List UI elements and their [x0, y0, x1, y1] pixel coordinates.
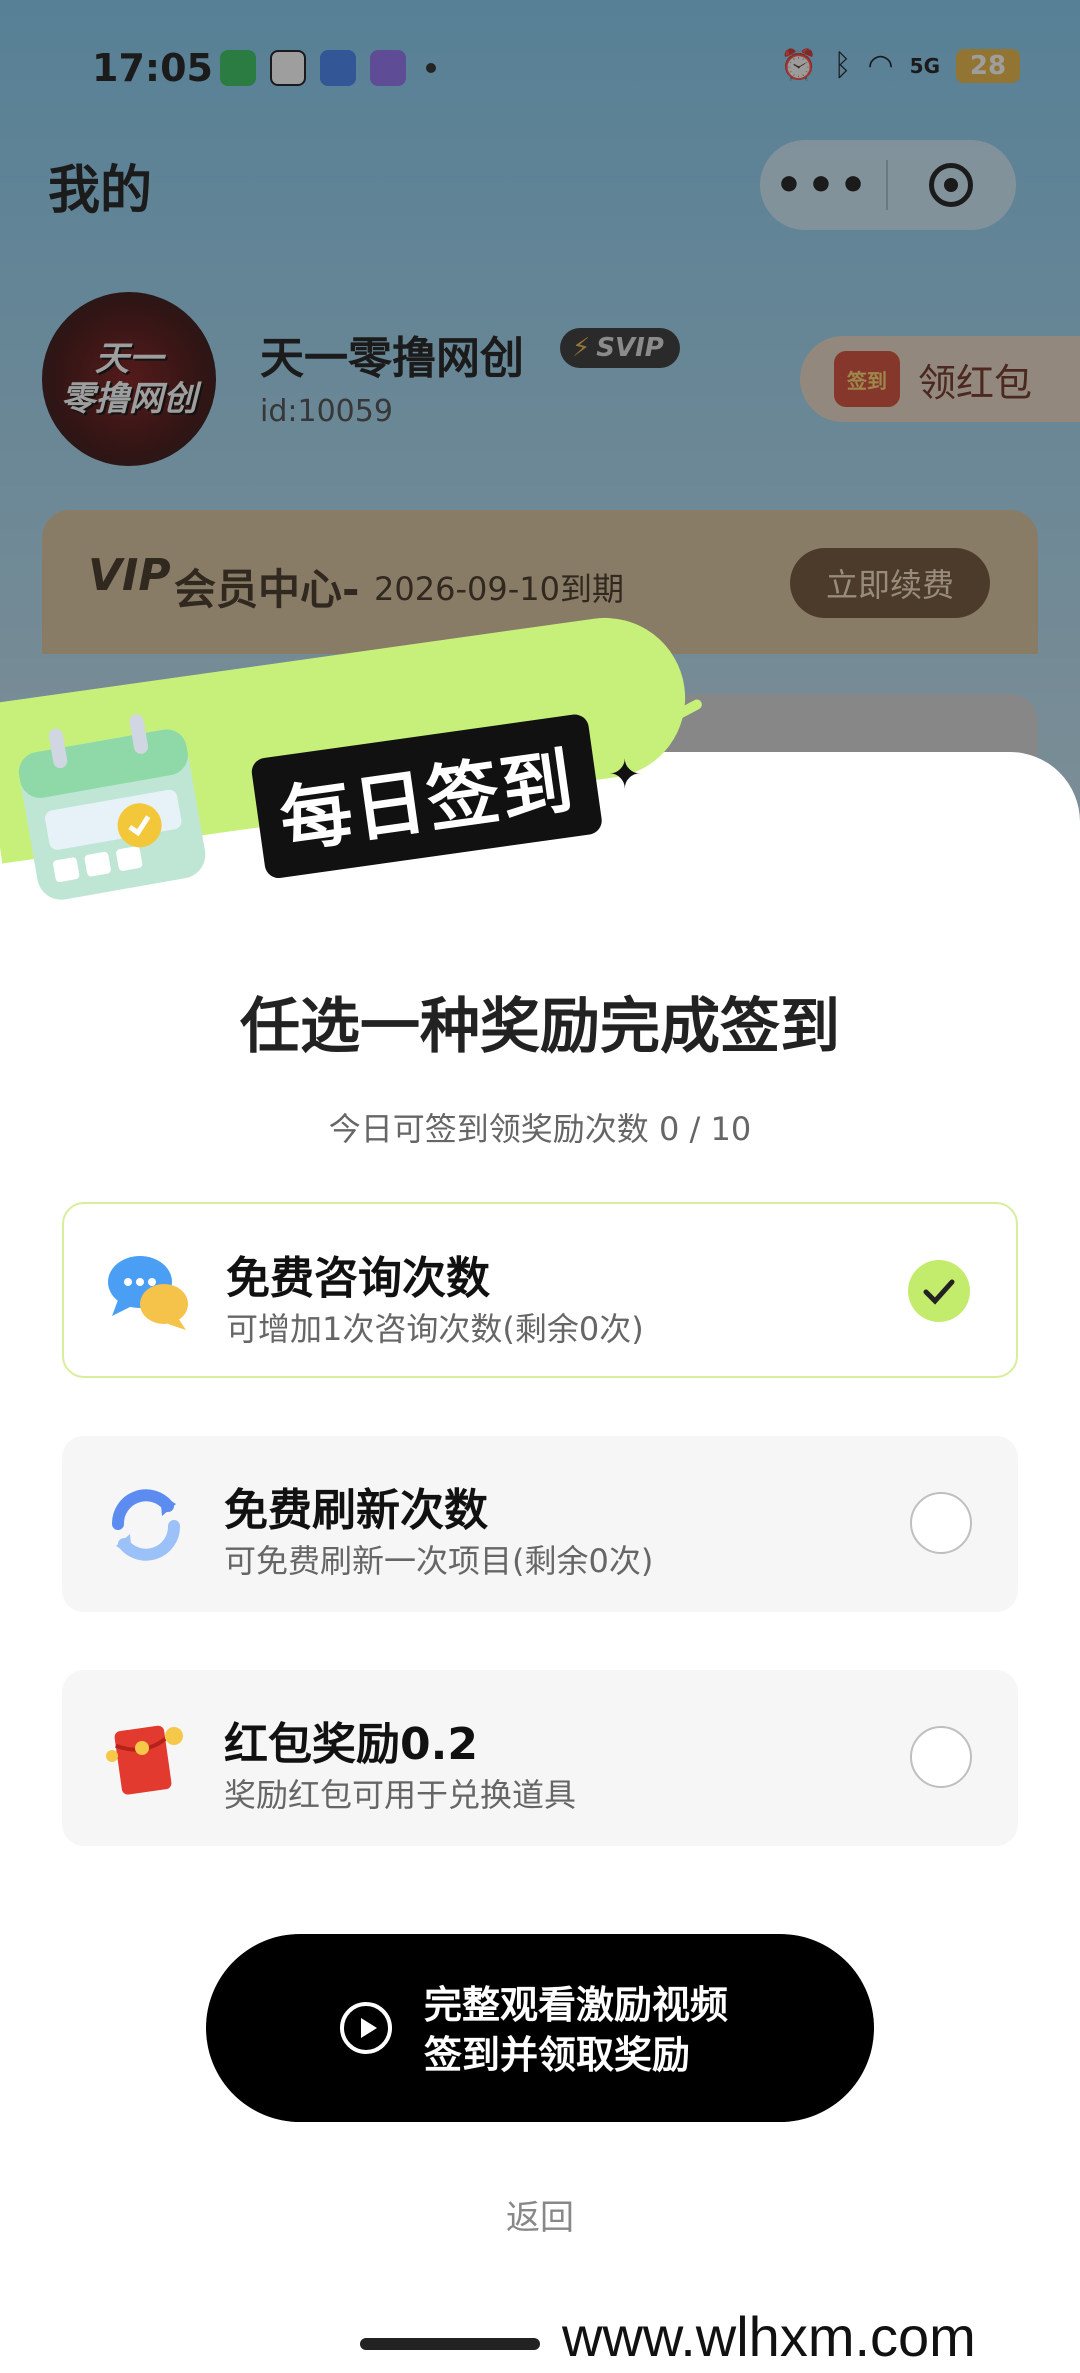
checkmark-icon[interactable]: [908, 1260, 970, 1322]
option-free-refresh[interactable]: 免费刷新次数 可免费刷新一次项目(剩余0次): [62, 1436, 1018, 1612]
sheet-subtitle: 今日可签到领奖励次数 0 / 10: [328, 1110, 752, 1148]
back-link[interactable]: 返回: [0, 2190, 1080, 2239]
radio-button[interactable]: [910, 1492, 972, 1554]
option-title: 红包奖励0.2: [224, 1719, 478, 1770]
cta-line2: 签到并领取奖励: [424, 2033, 691, 2077]
calendar-icon: [18, 714, 206, 900]
option-title: 免费咨询次数: [226, 1253, 490, 1304]
sparkle-icon: ✦: [608, 752, 642, 798]
cta-line1: 完整观看激励视频: [424, 1983, 729, 2027]
radio-button[interactable]: [910, 1726, 972, 1788]
option-title: 免费刷新次数: [224, 1485, 488, 1536]
option-redpacket[interactable]: 红包奖励0.2 奖励红包可用于兑换道具: [62, 1670, 1018, 1846]
option-desc: 奖励红包可用于兑换道具: [224, 1776, 577, 1814]
option-desc: 可增加1次咨询次数(剩余0次): [226, 1310, 644, 1348]
cta-label: 完整观看激励视频 签到并领取奖励: [424, 1980, 728, 2080]
red-envelope-icon: [106, 1725, 183, 1795]
chat-bubbles-icon: [108, 1256, 188, 1330]
option-free-consult[interactable]: 免费咨询次数 可增加1次咨询次数(剩余0次): [62, 1202, 1018, 1378]
option-desc: 可免费刷新一次项目(剩余0次): [224, 1542, 654, 1580]
sheet-title: 任选一种奖励完成签到: [240, 992, 840, 1062]
refresh-icon: [112, 1489, 180, 1561]
play-icon: [340, 2002, 392, 2054]
watch-video-signin-button[interactable]: 完整观看激励视频 签到并领取奖励: [206, 1934, 874, 2122]
home-indicator[interactable]: [360, 2338, 540, 2350]
watermark: www.wlhxm.com: [562, 2305, 976, 2368]
